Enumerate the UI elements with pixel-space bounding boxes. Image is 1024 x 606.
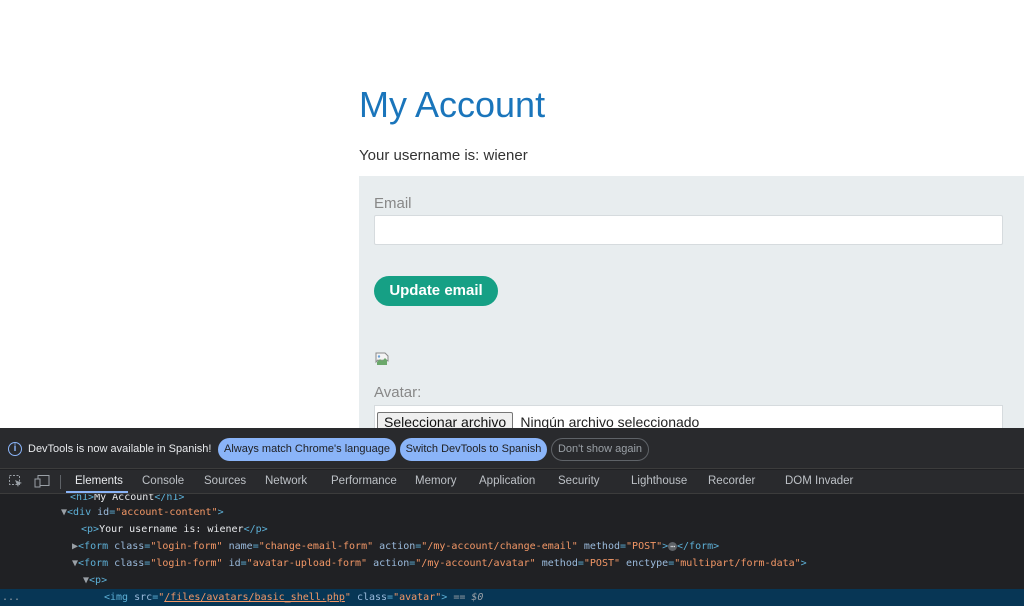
tab-application[interactable]: Application (479, 475, 535, 487)
inspect-element-icon[interactable] (8, 474, 24, 488)
tab-sources[interactable]: Sources (204, 475, 246, 487)
tab-network[interactable]: Network (265, 475, 307, 487)
dom-node-account-content[interactable]: ▼<div id="account-content"> (0, 504, 1024, 521)
info-icon: i (8, 442, 22, 456)
devtools-tabbar: Elements Console Sources Network Perform… (0, 470, 1024, 494)
dom-node-avatar-p[interactable]: ▼<p> (0, 572, 1024, 589)
email-field[interactable] (374, 215, 1003, 245)
account-form-panel: Email Update email Avatar: Seleccionar a… (359, 176, 1024, 428)
tab-security[interactable]: Security (558, 475, 600, 487)
tab-lighthouse[interactable]: Lighthouse (631, 475, 687, 487)
username-text: Your username is: wiener (359, 147, 528, 164)
avatar-src-link[interactable]: /files/avatars/basic_shell.php (164, 592, 345, 603)
file-status-text: Ningún archivo seleccionado (520, 414, 700, 428)
match-language-button[interactable]: Always match Chrome's language (218, 438, 396, 461)
tab-elements[interactable]: Elements (75, 475, 123, 487)
avatar-file-input[interactable]: Seleccionar archivo Ningún archivo selec… (374, 405, 1003, 428)
device-toolbar-icon[interactable] (34, 474, 50, 488)
toolbar-separator (60, 475, 61, 489)
infobar-message: DevTools is now available in Spanish! (28, 443, 212, 455)
dont-show-again-button[interactable]: Don't show again (551, 438, 649, 461)
tab-performance[interactable]: Performance (331, 475, 397, 487)
devtools-panel: i DevTools is now available in Spanish! … (0, 428, 1024, 606)
active-tab-indicator (66, 491, 128, 493)
update-email-button[interactable]: Update email (374, 276, 498, 306)
tab-console[interactable]: Console (142, 475, 184, 487)
switch-to-spanish-button[interactable]: Switch DevTools to Spanish (400, 438, 547, 461)
dom-node-avatar-upload-form[interactable]: ▼<form class="login-form" id="avatar-upl… (0, 555, 1024, 572)
dom-node-change-email-form[interactable]: ▶<form class="login-form" name="change-e… (0, 538, 1024, 555)
avatar-label: Avatar: (374, 384, 422, 401)
more-options-icon[interactable]: ... (2, 589, 20, 606)
elements-dom-tree: <h1>My Account</h1> ▼<div id="account-co… (0, 494, 1024, 606)
email-label: Email (374, 195, 412, 212)
page-title: My Account (359, 84, 546, 125)
language-infobar: i DevTools is now available in Spanish! … (0, 428, 1024, 469)
dom-node-avatar-img[interactable]: ... <img src="/files/avatars/basic_shell.… (0, 589, 1024, 606)
tab-memory[interactable]: Memory (415, 475, 457, 487)
tab-recorder[interactable]: Recorder (708, 475, 755, 487)
choose-file-button[interactable]: Seleccionar archivo (377, 412, 514, 428)
dom-node-username-p[interactable]: <p>Your username is: wiener</p> (0, 521, 1024, 538)
collapsed-content-icon[interactable]: ⋯ (668, 541, 678, 551)
broken-image-icon (375, 352, 389, 365)
tab-dom-invader[interactable]: DOM Invader (785, 475, 853, 487)
web-page: My Account Your username is: wiener Emai… (0, 0, 1024, 428)
